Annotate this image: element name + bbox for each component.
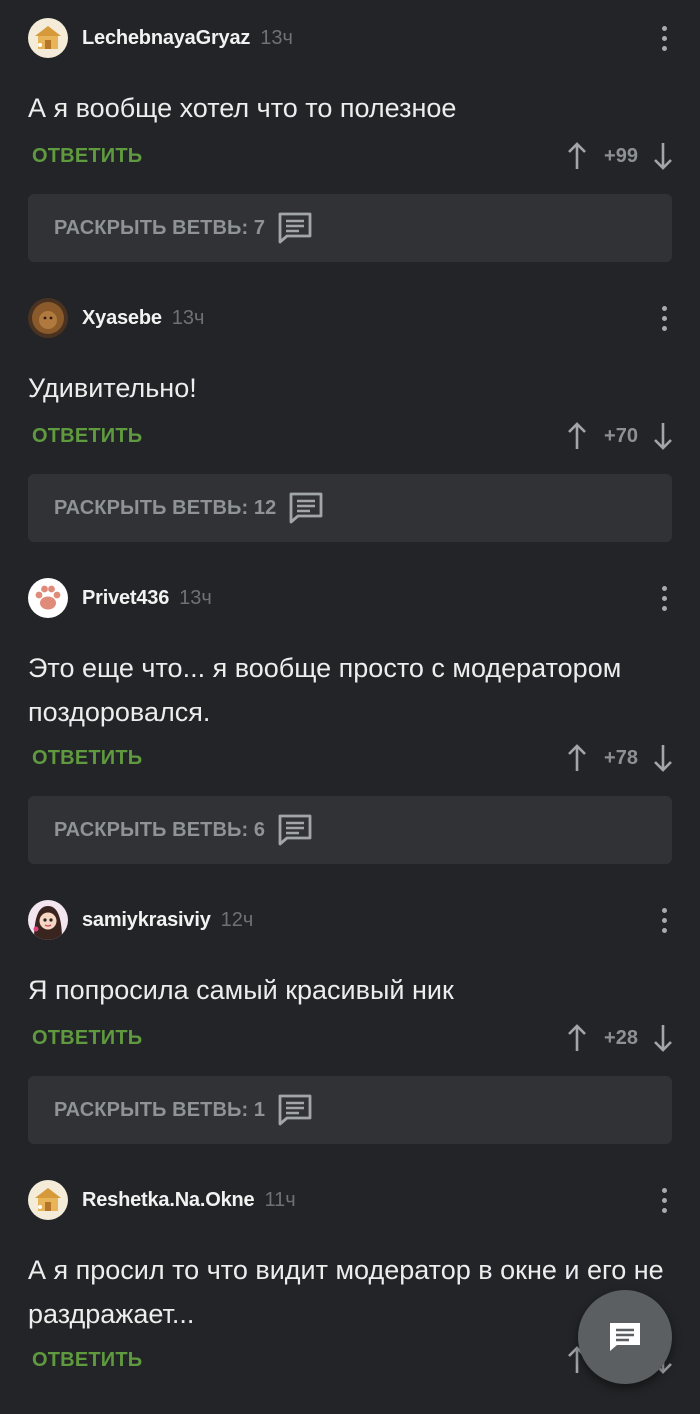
comment-text: А я просил то что видит модератор в окне…: [28, 1255, 664, 1329]
username[interactable]: Xyasebe: [82, 307, 162, 330]
timestamp: 13ч: [171, 306, 205, 329]
username[interactable]: Privet436: [82, 587, 169, 610]
vote-controls: +70: [566, 419, 674, 453]
reply-button[interactable]: ОТВЕТИТЬ: [32, 425, 142, 448]
comment-icon: [610, 1323, 640, 1351]
more-vertical-icon[interactable]: [656, 1180, 672, 1220]
arrow-up-icon[interactable]: [566, 141, 588, 171]
expand-branch-button[interactable]: РАСКРЫТЬ ВЕТВЬ: 7: [28, 194, 672, 262]
score: +70: [604, 424, 638, 447]
expand-branch-label: РАСКРЫТЬ ВЕТВЬ: 7: [54, 216, 266, 239]
more-vertical-icon[interactable]: [656, 298, 672, 338]
username[interactable]: samiykrasiviy: [82, 909, 211, 932]
expand-branch-button[interactable]: РАСКРЫТЬ ВЕТВЬ: 1: [28, 1076, 672, 1144]
timestamp: 12ч: [220, 908, 254, 931]
score: +28: [604, 1026, 638, 1049]
lion-avatar[interactable]: [28, 298, 68, 338]
house-avatar[interactable]: [28, 18, 68, 58]
expand-branch-label: РАСКРЫТЬ ВЕТВЬ: 12: [54, 496, 277, 519]
reply-button[interactable]: ОТВЕТИТЬ: [32, 1027, 142, 1050]
vote-controls: +28: [566, 1021, 674, 1055]
more-vertical-icon[interactable]: [656, 900, 672, 940]
comment-text: Это еще что... я вообще просто с модерат…: [28, 653, 622, 727]
paw-avatar[interactable]: [28, 578, 68, 618]
comment-text: Удивительно!: [28, 373, 197, 403]
arrow-down-icon[interactable]: [652, 1023, 674, 1053]
timestamp: 11ч: [264, 1188, 296, 1211]
username[interactable]: LechebnayaGryaz: [82, 27, 250, 50]
timestamp: 13ч: [179, 586, 212, 609]
timestamp: 13ч: [260, 26, 293, 49]
score: +99: [604, 144, 638, 167]
more-vertical-icon[interactable]: [656, 578, 672, 618]
vote-controls: +99: [566, 139, 674, 173]
comment-bubble-icon: [278, 212, 312, 244]
house-avatar[interactable]: [28, 1180, 68, 1220]
comment-bubble-icon: [278, 1094, 312, 1126]
comment-text: Я попросила самый красивый ник: [28, 975, 454, 1005]
username[interactable]: Reshetka.Na.Okne: [82, 1189, 255, 1212]
expand-branch-button[interactable]: РАСКРЫТЬ ВЕТВЬ: 6: [28, 796, 672, 864]
arrow-down-icon[interactable]: [652, 421, 674, 451]
expand-branch-button[interactable]: РАСКРЫТЬ ВЕТВЬ: 12: [28, 474, 672, 542]
girl-avatar[interactable]: [28, 900, 68, 940]
arrow-up-icon[interactable]: [566, 743, 588, 773]
comment-bubble-icon: [289, 492, 323, 524]
reply-button[interactable]: ОТВЕТИТЬ: [32, 747, 142, 770]
arrow-down-icon[interactable]: [652, 743, 674, 773]
reply-button[interactable]: ОТВЕТИТЬ: [32, 1349, 142, 1372]
comment-bubble-icon: [278, 814, 312, 846]
comment-text: А я вообще хотел что то полезное: [28, 93, 457, 123]
expand-branch-label: РАСКРЫТЬ ВЕТВЬ: 6: [54, 818, 266, 841]
arrow-up-icon[interactable]: [566, 1023, 588, 1053]
vote-controls: +78: [566, 741, 674, 775]
more-vertical-icon[interactable]: [656, 18, 672, 58]
score: +78: [604, 746, 638, 769]
arrow-down-icon[interactable]: [652, 141, 674, 171]
arrow-up-icon[interactable]: [566, 421, 588, 451]
reply-button[interactable]: ОТВЕТИТЬ: [32, 145, 142, 168]
comment-fab-button[interactable]: [578, 1290, 672, 1384]
expand-branch-label: РАСКРЫТЬ ВЕТВЬ: 1: [54, 1098, 266, 1121]
